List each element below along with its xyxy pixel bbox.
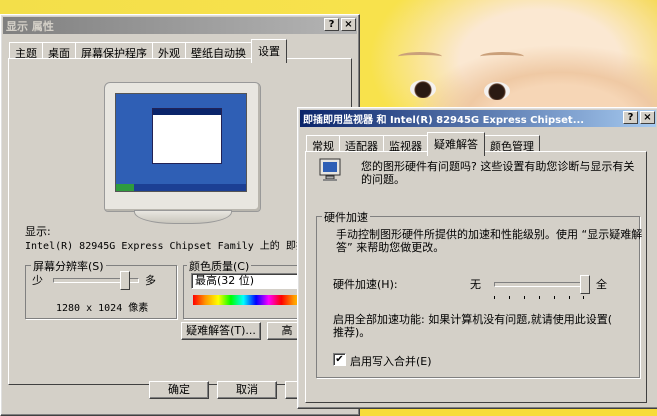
preview-start-button: [116, 184, 134, 191]
cancel-button[interactable]: 取消: [217, 381, 277, 399]
window-title: 显示 属性: [6, 19, 54, 33]
hw-accel-ticks: [494, 296, 584, 299]
tab-troubleshoot[interactable]: 疑难解答: [427, 132, 485, 156]
enable-text-line2: 推荐)。: [333, 326, 371, 339]
hw-accel-group-label: 硬件加速: [322, 209, 370, 225]
troubleshoot-button[interactable]: 疑难解答(T)...: [181, 322, 261, 340]
adapter-properties-titlebar[interactable]: 即插即用监视器 和 Intel(R) 82945G Express Chipse…: [300, 110, 656, 127]
wallpaper-detail: [480, 52, 524, 61]
adapter-properties-window: 即插即用监视器 和 Intel(R) 82945G Express Chipse…: [297, 107, 657, 409]
display-value: Intel(R) 82945G Express Chipset Family 上…: [25, 241, 326, 252]
preview-taskbar: [116, 184, 246, 191]
write-combine-label[interactable]: 启用写入合并(E): [350, 353, 432, 369]
help-button[interactable]: ?: [324, 18, 339, 31]
help-button[interactable]: ?: [623, 111, 638, 124]
preview-window: [152, 108, 222, 164]
resolution-value: 1280 x 1024 像素: [56, 303, 149, 314]
wallpaper-detail: [484, 82, 510, 100]
wallpaper-detail: [398, 52, 442, 61]
enable-text-line1: 启用全部加速功能: 如果计算机没有问题,就请使用此设置(: [333, 313, 612, 326]
monitor-preview: [104, 82, 261, 212]
intro-text-line2: 的问题。: [361, 173, 405, 186]
resolution-slider-thumb[interactable]: [120, 271, 131, 290]
less-label: 少: [32, 274, 43, 287]
window-title: 即插即用监视器 和 Intel(R) 82945G Express Chipse…: [303, 115, 585, 126]
monitor-screen: [115, 93, 247, 192]
ok-button[interactable]: 确定: [149, 381, 209, 399]
hw-full-label: 全: [596, 278, 607, 291]
close-button[interactable]: ×: [640, 111, 655, 124]
monitor-icon: [318, 158, 344, 182]
hw-accel-slider-track[interactable]: [494, 282, 586, 287]
hw-accel-label: 硬件加速(H):: [333, 278, 398, 291]
hw-none-label: 无: [470, 278, 481, 291]
display-properties-titlebar[interactable]: 显示 属性 ? ×: [3, 17, 357, 34]
write-combine-checkbox[interactable]: ✔: [333, 353, 346, 366]
wallpaper-detail: [410, 80, 436, 98]
hw-desc-line2: 答” 来帮助您做更改。: [336, 241, 445, 254]
more-label: 多: [145, 274, 156, 287]
close-button[interactable]: ×: [341, 18, 356, 31]
tab-settings[interactable]: 设置: [251, 39, 287, 63]
hw-accel-slider-thumb[interactable]: [580, 275, 590, 294]
color-quality-group-label: 颜色质量(C): [187, 258, 252, 274]
